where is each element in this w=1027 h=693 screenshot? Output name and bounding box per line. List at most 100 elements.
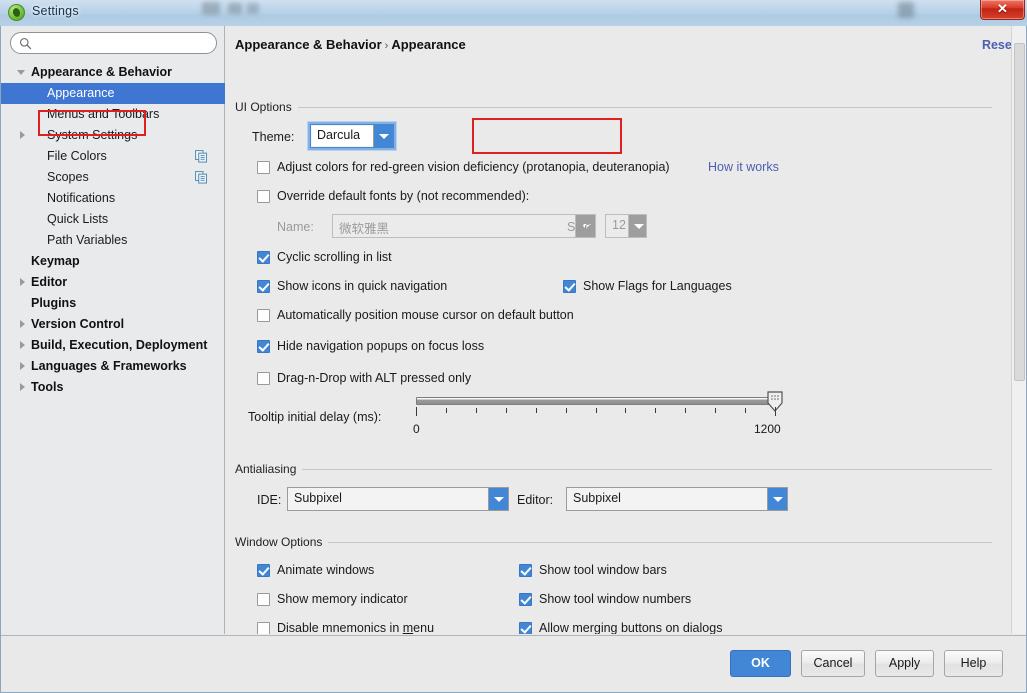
chevron-down-icon[interactable] xyxy=(488,488,508,510)
search-input[interactable] xyxy=(39,33,211,53)
sidebar-item-version-control[interactable]: Version Control xyxy=(1,314,225,335)
allow-merging-buttons-label: Allow merging buttons on dialogs xyxy=(539,621,723,634)
sidebar-item-languages-frameworks[interactable]: Languages & Frameworks xyxy=(1,356,225,377)
sidebar-item-label: Path Variables xyxy=(47,233,128,247)
hide-navigation-popups-checkbox[interactable] xyxy=(257,340,270,353)
cancel-button[interactable]: Cancel xyxy=(801,650,865,677)
group-divider-ui-options xyxy=(292,107,992,108)
show-memory-indicator-label: Show memory indicator xyxy=(277,592,408,606)
auto-position-cursor-checkbox[interactable] xyxy=(257,309,270,322)
group-label-antialiasing: Antialiasing xyxy=(235,462,303,476)
chevron-right-icon[interactable] xyxy=(20,278,25,286)
sidebar-item-label: Appearance xyxy=(47,86,115,100)
android-studio-icon xyxy=(8,4,25,21)
slider-tick xyxy=(535,408,537,413)
main-scrollbar-thumb[interactable] xyxy=(1014,43,1025,381)
breadcrumb-separator: › xyxy=(384,40,389,52)
auto-position-cursor-label: Automatically position mouse cursor on d… xyxy=(277,308,574,322)
animate-windows-checkbox[interactable] xyxy=(257,564,270,577)
apply-button[interactable]: Apply xyxy=(875,650,934,677)
main-scrollbar-track[interactable] xyxy=(1011,26,1026,634)
show-tool-window-numbers-checkbox[interactable] xyxy=(519,593,532,606)
sidebar-item-label: System Settings xyxy=(47,128,138,142)
show-icons-quick-navigation-checkbox[interactable] xyxy=(257,280,270,293)
chevron-right-icon[interactable] xyxy=(20,383,25,391)
sidebar-item-system-settings[interactable]: System Settings xyxy=(1,125,225,146)
sidebar-item-build-execution-deployment[interactable]: Build, Execution, Deployment xyxy=(1,335,225,356)
disable-mnemonics-menu-checkbox[interactable] xyxy=(257,622,270,634)
editor-antialiasing-combobox[interactable]: Subpixel xyxy=(566,487,788,511)
background-blur-artifact xyxy=(202,2,220,15)
sidebar-item-label: Build, Execution, Deployment xyxy=(31,338,208,352)
sidebar-item-keymap[interactable]: Keymap xyxy=(1,251,225,272)
override-fonts-label: Override default fonts by (not recommend… xyxy=(277,189,530,203)
highlight-box-theme xyxy=(472,118,622,154)
editor-antialiasing-value: Subpixel xyxy=(573,491,621,505)
font-size-combobox[interactable]: 12 xyxy=(605,214,647,238)
how-it-works-link[interactable]: How it works xyxy=(708,160,779,174)
sidebar-item-appearance-behavior[interactable]: Appearance & Behavior xyxy=(1,62,225,83)
sidebar-item-file-colors[interactable]: File Colors xyxy=(1,146,225,167)
breadcrumb-root[interactable]: Appearance & Behavior xyxy=(235,37,382,52)
sidebar-item-menus-and-toolbars[interactable]: Menus and Toolbars xyxy=(1,104,225,125)
sidebar-item-label: Version Control xyxy=(31,317,125,331)
slider-tick xyxy=(445,408,447,413)
sidebar-item-tools[interactable]: Tools xyxy=(1,377,225,398)
tooltip-delay-slider-track[interactable] xyxy=(416,397,778,405)
chevron-down-icon[interactable] xyxy=(628,215,646,237)
show-memory-indicator-checkbox[interactable] xyxy=(257,593,270,606)
slider-tick xyxy=(715,408,717,413)
group-divider-antialiasing xyxy=(300,469,992,470)
background-blur-artifact xyxy=(228,3,242,14)
sidebar-item-label: Menus and Toolbars xyxy=(47,107,160,121)
cyclic-scrolling-checkbox[interactable] xyxy=(257,251,270,264)
group-divider-window-options xyxy=(318,542,992,543)
copy-icon xyxy=(195,171,208,184)
show-tool-window-bars-checkbox[interactable] xyxy=(519,564,532,577)
drag-n-drop-alt-checkbox[interactable] xyxy=(257,372,270,385)
sidebar-item-label: Appearance & Behavior xyxy=(31,65,173,79)
theme-label: Theme: xyxy=(252,130,295,144)
override-fonts-checkbox[interactable] xyxy=(257,190,270,203)
sidebar-item-scopes[interactable]: Scopes xyxy=(1,167,225,188)
chevron-right-icon[interactable] xyxy=(20,131,25,139)
breadcrumb-leaf: Appearance xyxy=(391,37,466,52)
chevron-right-icon[interactable] xyxy=(20,320,25,328)
sidebar-item-label: Tools xyxy=(31,380,64,394)
theme-combobox[interactable]: Darcula xyxy=(310,124,394,148)
group-label-ui-options: UI Options xyxy=(235,100,298,114)
group-label-window-options: Window Options xyxy=(235,535,329,549)
chevron-down-icon[interactable] xyxy=(17,70,25,75)
ide-antialiasing-value: Subpixel xyxy=(294,491,342,505)
disable-mnemonics-menu-label: Disable mnemonics in menu xyxy=(277,621,435,634)
allow-merging-buttons-checkbox[interactable] xyxy=(519,622,532,634)
ide-antialiasing-combobox[interactable]: Subpixel xyxy=(287,487,509,511)
title-bar: Settings ✕ xyxy=(0,0,1027,26)
tooltip-delay-label: Tooltip initial delay (ms): xyxy=(248,410,382,424)
sidebar-item-plugins[interactable]: Plugins xyxy=(1,293,225,314)
sidebar-item-appearance[interactable]: Appearance xyxy=(1,83,225,104)
window-title: Settings xyxy=(32,4,79,18)
chevron-right-icon[interactable] xyxy=(20,341,25,349)
ide-antialiasing-label: IDE: xyxy=(257,493,282,507)
show-flags-for-languages-checkbox[interactable] xyxy=(563,280,576,293)
sidebar-item-label: Notifications xyxy=(47,191,116,205)
sidebar-item-notifications[interactable]: Notifications xyxy=(1,188,225,209)
slider-tick xyxy=(685,408,687,413)
chevron-down-icon[interactable] xyxy=(373,125,393,147)
search-box[interactable] xyxy=(10,32,217,54)
adjust-colors-checkbox[interactable] xyxy=(257,161,270,174)
dialog-button-bar: OK Cancel Apply Help xyxy=(1,635,1026,691)
help-button[interactable]: Help xyxy=(944,650,1003,677)
ok-button[interactable]: OK xyxy=(730,650,791,677)
chevron-right-icon[interactable] xyxy=(20,362,25,370)
sidebar-item-path-variables[interactable]: Path Variables xyxy=(1,230,225,251)
close-button[interactable]: ✕ xyxy=(980,0,1025,20)
chevron-down-icon[interactable] xyxy=(767,488,787,510)
font-size-value: 12 xyxy=(612,218,626,232)
sidebar-item-label: Plugins xyxy=(31,296,77,310)
slider-tick xyxy=(475,408,477,413)
font-name-combobox[interactable]: 微软雅黑 xyxy=(332,214,596,238)
sidebar-item-editor[interactable]: Editor xyxy=(1,272,225,293)
sidebar-item-quick-lists[interactable]: Quick Lists xyxy=(1,209,225,230)
